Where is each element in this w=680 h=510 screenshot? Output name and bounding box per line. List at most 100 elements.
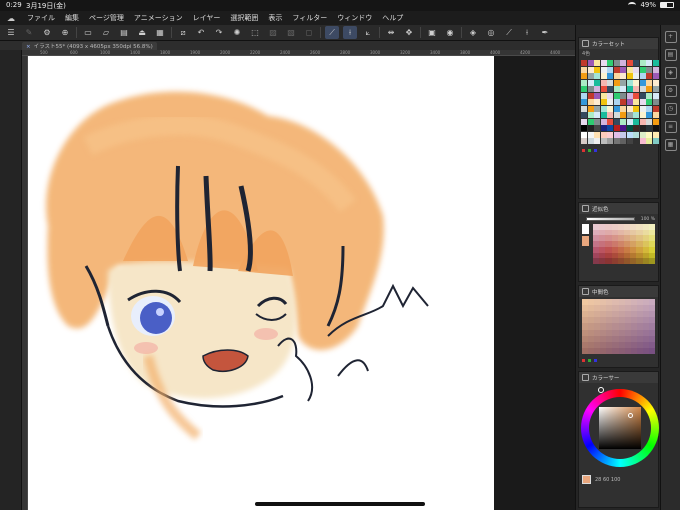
color-swatch[interactable]: [613, 79, 620, 86]
color-swatch[interactable]: [594, 112, 600, 118]
perspective-icon[interactable]: ⟀: [361, 26, 375, 39]
color-swatch[interactable]: [587, 86, 594, 92]
approx-slider[interactable]: [586, 217, 635, 221]
color-swatch[interactable]: [633, 86, 639, 92]
color-swatch[interactable]: [639, 66, 646, 73]
menu-file[interactable]: ファイル: [22, 13, 60, 23]
crop-icon[interactable]: ⧄: [176, 26, 190, 39]
undo-icon[interactable]: ↶: [194, 26, 208, 39]
color-swatch[interactable]: [620, 131, 626, 138]
color-swatch[interactable]: [581, 138, 587, 144]
color-swatch[interactable]: [646, 92, 652, 99]
color-swatch[interactable]: [620, 66, 626, 73]
menu-page[interactable]: ページ管理: [84, 13, 129, 23]
select-all-icon[interactable]: ▨: [266, 26, 280, 39]
color-icon[interactable]: ◉: [443, 26, 457, 39]
layer-icon[interactable]: ◈: [466, 26, 480, 39]
canvas-area[interactable]: [28, 56, 575, 510]
color-swatch[interactable]: [646, 79, 652, 86]
color-swatch[interactable]: [652, 131, 659, 138]
color-swatch[interactable]: [646, 99, 652, 105]
color-swatch[interactable]: [626, 60, 633, 66]
color-swatch[interactable]: [620, 112, 626, 118]
color-swatch[interactable]: [600, 118, 607, 125]
color-swatch[interactable]: [639, 105, 646, 112]
color-swatch[interactable]: [613, 66, 620, 73]
color-swatch[interactable]: [646, 131, 652, 138]
drawing-paper[interactable]: [28, 56, 494, 510]
open-folder-icon[interactable]: ▱: [99, 26, 113, 39]
color-swatch[interactable]: [626, 125, 633, 131]
color-swatch[interactable]: [633, 92, 639, 99]
color-swatch[interactable]: [613, 86, 620, 92]
color-swatch[interactable]: [581, 112, 587, 118]
export-icon[interactable]: ⏏: [135, 26, 149, 39]
deselect-icon[interactable]: ▧: [284, 26, 298, 39]
color-swatch[interactable]: [639, 60, 646, 66]
ruler-icon[interactable]: ⟋: [325, 26, 339, 39]
color-swatch[interactable]: [594, 60, 600, 66]
color-swatch[interactable]: [633, 60, 639, 66]
pen-pressure-icon[interactable]: ⟋: [502, 26, 516, 39]
color-swatch[interactable]: [626, 92, 633, 99]
sub-tool-icon[interactable]: ⚙: [664, 85, 677, 97]
rotate-icon[interactable]: ✥: [402, 26, 416, 39]
color-swatch[interactable]: [594, 138, 600, 144]
color-swatch[interactable]: [652, 138, 659, 144]
color-swatch[interactable]: [607, 73, 613, 79]
color-swatch[interactable]: [581, 60, 587, 66]
intermediate-swatch[interactable]: [648, 347, 655, 354]
color-swatch[interactable]: [594, 118, 600, 125]
color-swatch[interactable]: [587, 112, 594, 118]
color-swatch[interactable]: [581, 79, 587, 86]
color-swatch[interactable]: [594, 73, 600, 79]
color-swatch[interactable]: [652, 79, 659, 86]
color-swatch[interactable]: [633, 118, 639, 125]
history-icon[interactable]: ◷: [664, 103, 677, 115]
color-swatch[interactable]: [652, 86, 659, 92]
color-swatch[interactable]: [607, 138, 613, 144]
color-swatch[interactable]: [587, 105, 594, 112]
snap-icon[interactable]: ⟊: [343, 26, 357, 39]
new-file-icon[interactable]: ▭: [81, 26, 95, 39]
color-swatch[interactable]: [587, 131, 594, 138]
layers-icon[interactable]: ≡: [664, 121, 677, 133]
color-swatch[interactable]: [639, 86, 646, 92]
color-swatch[interactable]: [607, 105, 613, 112]
color-swatch[interactable]: [581, 105, 587, 112]
transform-icon[interactable]: ⬚: [248, 26, 262, 39]
color-swatch[interactable]: [626, 73, 633, 79]
color-swatch[interactable]: [600, 131, 607, 138]
color-swatch[interactable]: [581, 99, 587, 105]
menu-view[interactable]: 表示: [263, 13, 287, 23]
color-swatch[interactable]: [620, 125, 626, 131]
color-set-swatches[interactable]: [579, 58, 659, 146]
color-swatch[interactable]: [607, 79, 613, 86]
color-swatch[interactable]: [607, 112, 613, 118]
color-swatch[interactable]: [652, 125, 659, 131]
color-swatch[interactable]: [620, 60, 626, 66]
approx-swatch[interactable]: [648, 258, 655, 264]
color-swatch[interactable]: [626, 138, 633, 144]
color-swatch[interactable]: [626, 86, 633, 92]
color-swatch[interactable]: [639, 138, 646, 144]
color-swatch[interactable]: [594, 79, 600, 86]
menu-filter[interactable]: フィルター: [287, 13, 332, 23]
color-swatch[interactable]: [639, 118, 646, 125]
color-swatch[interactable]: [639, 131, 646, 138]
menu-edit[interactable]: 編集: [60, 13, 84, 23]
color-swatch[interactable]: [594, 125, 600, 131]
color-swatch[interactable]: [646, 60, 652, 66]
hamburger-menu-icon[interactable]: ☰: [4, 26, 18, 39]
color-swatch[interactable]: [581, 73, 587, 79]
color-swatch[interactable]: [600, 112, 607, 118]
color-swatch[interactable]: [620, 99, 626, 105]
color-swatch[interactable]: [600, 79, 607, 86]
color-swatch[interactable]: [620, 79, 626, 86]
color-swatch[interactable]: [633, 131, 639, 138]
color-swatch[interactable]: [626, 112, 633, 118]
color-swatch[interactable]: [639, 92, 646, 99]
color-swatch[interactable]: [633, 73, 639, 79]
color-swatch[interactable]: [626, 79, 633, 86]
color-swatch[interactable]: [607, 118, 613, 125]
